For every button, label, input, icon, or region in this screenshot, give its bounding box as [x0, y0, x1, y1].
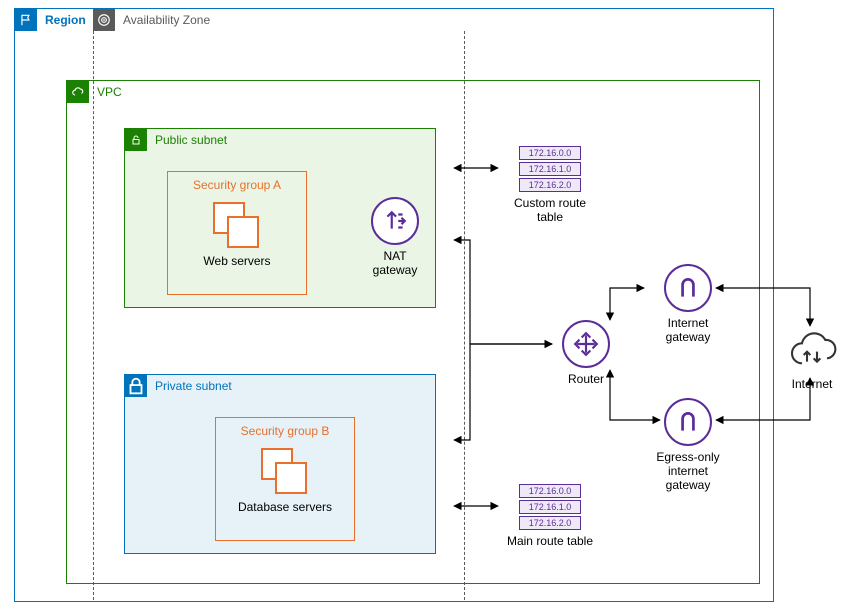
az-header: Availability Zone: [93, 9, 218, 31]
nat-gateway-node: NAT gateway: [365, 197, 425, 277]
public-subnet-header: Public subnet: [125, 129, 235, 151]
route-row: 172.16.0.0: [519, 484, 581, 498]
servers-icon: [213, 202, 261, 250]
region-header: Region: [15, 9, 94, 31]
web-servers-label: Web servers: [168, 254, 306, 268]
db-servers-label: Database servers: [216, 500, 354, 514]
security-group-b-box: Security group B Database servers: [215, 417, 355, 541]
route-row: 172.16.2.0: [519, 178, 581, 192]
location-icon: [93, 9, 115, 31]
route-table-icon: 172.16.0.0 172.16.1.0 172.16.2.0: [519, 146, 581, 192]
internet-node: Internet: [782, 330, 842, 391]
egress-gateway-label: Egress-only internet gateway: [638, 450, 738, 492]
nat-gateway-label: NAT gateway: [365, 249, 425, 277]
region-label: Region: [37, 13, 94, 27]
route-row: 172.16.0.0: [519, 146, 581, 160]
router-node: Router: [556, 320, 616, 386]
router-icon: [562, 320, 610, 368]
main-route-label: Main route table: [500, 534, 600, 548]
vpc-header: VPC: [67, 81, 130, 103]
router-label: Router: [556, 372, 616, 386]
security-group-a-box: Security group A Web servers: [167, 171, 307, 295]
private-subnet-box: Private subnet Security group B Database…: [124, 374, 436, 554]
servers-icon: [261, 448, 309, 496]
lock-open-icon: [125, 129, 147, 151]
internet-cloud-icon: [782, 330, 842, 373]
internet-gateway-node: Internet gateway: [648, 264, 728, 344]
internet-label: Internet: [782, 377, 842, 391]
main-route-table-node: 172.16.0.0 172.16.1.0 172.16.2.0 Main ro…: [500, 484, 600, 548]
custom-route-table-node: 172.16.0.0 172.16.1.0 172.16.2.0 Custom …: [500, 146, 600, 224]
internet-gateway-label: Internet gateway: [648, 316, 728, 344]
route-table-icon: 172.16.0.0 172.16.1.0 172.16.2.0: [519, 484, 581, 530]
egress-gateway-icon: [664, 398, 712, 446]
private-subnet-label: Private subnet: [147, 379, 240, 393]
flag-icon: [15, 9, 37, 31]
public-subnet-box: Public subnet Security group A Web serve…: [124, 128, 436, 308]
nat-gateway-icon: [371, 197, 419, 245]
vpc-label: VPC: [89, 85, 130, 99]
route-row: 172.16.2.0: [519, 516, 581, 530]
route-row: 172.16.1.0: [519, 162, 581, 176]
cloud-icon: [67, 81, 89, 103]
lock-icon: [125, 375, 147, 397]
az-label: Availability Zone: [115, 13, 218, 27]
egress-gateway-node: Egress-only internet gateway: [638, 398, 738, 492]
custom-route-label: Custom route table: [500, 196, 600, 224]
security-group-b-label: Security group B: [216, 418, 354, 438]
internet-gateway-icon: [664, 264, 712, 312]
diagram-canvas: Region Availability Zone VPC Public subn…: [0, 0, 847, 613]
public-subnet-label: Public subnet: [147, 133, 235, 147]
route-row: 172.16.1.0: [519, 500, 581, 514]
private-subnet-header: Private subnet: [125, 375, 240, 397]
security-group-a-label: Security group A: [168, 172, 306, 192]
